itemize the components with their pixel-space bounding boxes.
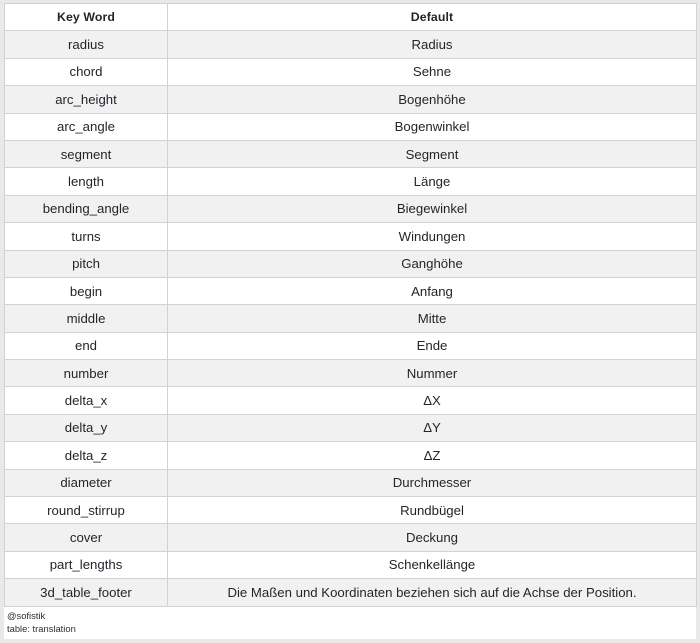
cell-default: Nummer bbox=[167, 359, 697, 388]
cell-default: Bogenwinkel bbox=[167, 112, 697, 141]
cell-key-word: end bbox=[4, 331, 168, 361]
table-body: radius Radius chord Sehne arc_height Bogenhöh… bbox=[4, 30, 697, 607]
cell-default: Segment bbox=[167, 139, 697, 169]
cell-key-word: bending_angle bbox=[4, 194, 168, 224]
translation-table-frame: Key Word Default radius Radius chord Sehne a… bbox=[0, 0, 700, 607]
cell-key-word: delta_x bbox=[4, 386, 168, 415]
cell-default: Ganghöhe bbox=[167, 249, 697, 278]
cell-default: Rundbügel bbox=[167, 496, 697, 525]
table-row: number Nummer bbox=[4, 359, 697, 388]
cell-default: ΔZ bbox=[167, 441, 697, 470]
cell-key-word: delta_y bbox=[4, 413, 168, 443]
cell-key-word: turns bbox=[4, 222, 168, 251]
cell-key-word: arc_height bbox=[4, 85, 168, 114]
cell-default: Länge bbox=[167, 167, 697, 196]
cell-default: Bogenhöhe bbox=[167, 85, 697, 114]
column-header-default: Default bbox=[167, 2, 697, 32]
caption-source: @sofistik bbox=[7, 610, 46, 621]
cell-default: ΔX bbox=[167, 386, 697, 415]
cell-key-word: begin bbox=[4, 276, 168, 306]
cell-default: ΔY bbox=[167, 413, 697, 443]
cell-key-word: arc_angle bbox=[4, 112, 168, 141]
cell-key-word: 3d_table_footer bbox=[4, 578, 168, 607]
cell-key-word: middle bbox=[4, 304, 168, 333]
cell-default: Anfang bbox=[167, 276, 697, 306]
cell-key-word: segment bbox=[4, 139, 168, 169]
cell-default: Schenkellänge bbox=[167, 550, 697, 580]
table-header: Key Word Default bbox=[4, 2, 697, 32]
table-row: radius Radius bbox=[4, 30, 697, 59]
table-row: part_lengths Schenkellänge bbox=[4, 550, 697, 580]
caption-table-name: table: translation bbox=[7, 623, 76, 634]
translation-table: Key Word Default radius Radius chord Sehne a… bbox=[4, 2, 697, 607]
table-row: segment Segment bbox=[4, 139, 697, 169]
cell-key-word: round_stirrup bbox=[4, 496, 168, 525]
cell-default: Ende bbox=[167, 331, 697, 361]
cell-default: Durchmesser bbox=[167, 468, 697, 498]
table-row: 3d_table_footer Die Maßen und Koordinaten… bbox=[4, 578, 697, 607]
cell-default: Biegewinkel bbox=[167, 194, 697, 224]
table-caption: @sofistik table: translation bbox=[0, 607, 700, 643]
table-row: middle Mitte bbox=[4, 304, 697, 333]
cell-default: Deckung bbox=[167, 523, 697, 552]
cell-default: Windungen bbox=[167, 222, 697, 251]
table-row: bending_angle Biegewinkel bbox=[4, 194, 697, 224]
table-row: cover Deckung bbox=[4, 523, 697, 552]
table-row: begin Anfang bbox=[4, 276, 697, 306]
cell-default: Mitte bbox=[167, 304, 697, 333]
table-header-row: Key Word Default bbox=[4, 2, 697, 32]
cell-key-word: delta_z bbox=[4, 441, 168, 470]
cell-key-word: chord bbox=[4, 57, 168, 87]
table-row: arc_angle Bogenwinkel bbox=[4, 112, 697, 141]
cell-key-word: part_lengths bbox=[4, 550, 168, 580]
table-row: delta_y ΔY bbox=[4, 413, 697, 443]
table-row: round_stirrup Rundbügel bbox=[4, 496, 697, 525]
table-row: diameter Durchmesser bbox=[4, 468, 697, 498]
table-row: delta_x ΔX bbox=[4, 386, 697, 415]
cell-default: Die Maßen und Koordinaten beziehen sich … bbox=[167, 578, 697, 607]
cell-default: Radius bbox=[167, 30, 697, 59]
cell-key-word: radius bbox=[4, 30, 168, 59]
cell-key-word: cover bbox=[4, 523, 168, 552]
table-row: delta_z ΔZ bbox=[4, 441, 697, 470]
column-header-key-word: Key Word bbox=[4, 2, 168, 32]
cell-key-word: diameter bbox=[4, 468, 168, 498]
cell-key-word: number bbox=[4, 359, 168, 388]
cell-key-word: pitch bbox=[4, 249, 168, 278]
table-row: turns Windungen bbox=[4, 222, 697, 251]
cell-key-word: length bbox=[4, 167, 168, 196]
page-root: Key Word Default radius Radius chord Sehne a… bbox=[0, 0, 700, 643]
table-row: arc_height Bogenhöhe bbox=[4, 85, 697, 114]
cell-default: Sehne bbox=[167, 57, 697, 87]
table-row: pitch Ganghöhe bbox=[4, 249, 697, 278]
table-row: end Ende bbox=[4, 331, 697, 361]
table-row: chord Sehne bbox=[4, 57, 697, 87]
table-row: length Länge bbox=[4, 167, 697, 196]
